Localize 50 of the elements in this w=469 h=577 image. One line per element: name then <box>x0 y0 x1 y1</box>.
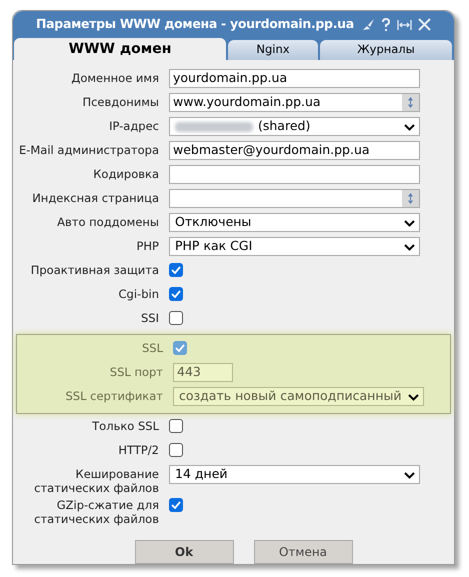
text-field[interactable]: webmaster@yourdomain.pp.ua <box>169 141 420 160</box>
checkbox[interactable] <box>169 443 183 457</box>
cancel-button[interactable]: Отмена <box>254 540 352 564</box>
field-label: Только SSL <box>91 418 160 433</box>
field-label: Псевдонимы <box>81 94 160 109</box>
field-label: IP-адрес <box>108 118 160 133</box>
tab[interactable]: Журналы <box>320 40 452 60</box>
field-label: SSL <box>140 340 164 355</box>
chevron-down-icon <box>404 220 415 227</box>
window-title: Параметры WWW домена - yourdomain.pp.ua <box>36 15 354 34</box>
checkbox[interactable] <box>169 419 183 433</box>
chevron-down-icon <box>404 244 415 251</box>
combo-field[interactable]: www.yourdomain.pp.ua <box>169 93 420 112</box>
combo-field[interactable] <box>169 189 420 208</box>
expand-icon[interactable] <box>397 18 412 30</box>
checkbox[interactable] <box>169 263 183 277</box>
chevron-down-icon <box>404 124 415 131</box>
tab[interactable]: WWW домен <box>14 38 226 60</box>
select-field[interactable]: PHP как CGI <box>169 237 420 256</box>
chevron-down-icon <box>404 472 415 479</box>
ok-button[interactable]: Ok <box>134 540 234 564</box>
field-label: Cgi-bin <box>118 286 160 301</box>
field-label: Доменное имя <box>70 70 160 85</box>
checkbox[interactable] <box>169 498 183 512</box>
checkbox[interactable] <box>169 311 183 325</box>
field-label: HTTP/2 <box>117 442 160 457</box>
field-label: E-Mail администратора <box>18 142 160 157</box>
field-label: Индексная страница <box>31 190 160 205</box>
close-icon[interactable] <box>418 18 431 31</box>
field-label: PHP <box>135 238 160 253</box>
chevron-down-icon <box>408 394 419 401</box>
tab[interactable]: Nginx <box>228 40 318 60</box>
field-label: Проактивная защита <box>30 262 160 277</box>
select-field[interactable]: 14 дней <box>169 465 420 484</box>
select-field[interactable]: Отключены <box>169 213 420 232</box>
field-label: SSI <box>140 310 160 325</box>
spinner-icon[interactable] <box>402 94 419 111</box>
select-field[interactable]: (shared) <box>169 117 420 136</box>
field-label: SSL порт <box>108 364 164 379</box>
spinner-icon[interactable] <box>402 190 419 207</box>
field-label: GZip-сжатие для статических файлов <box>33 497 160 526</box>
help-icon[interactable] <box>381 18 391 32</box>
field-label: Кеширование статических файлов <box>33 466 160 495</box>
checkbox[interactable] <box>169 287 183 301</box>
text-field[interactable]: yourdomain.pp.ua <box>169 69 420 88</box>
field-label: SSL сертификат <box>64 388 164 403</box>
field-label: Авто поддомены <box>56 214 160 229</box>
text-field[interactable] <box>169 165 420 184</box>
field-label: Кодировка <box>92 166 160 181</box>
brush-icon[interactable] <box>362 18 375 31</box>
